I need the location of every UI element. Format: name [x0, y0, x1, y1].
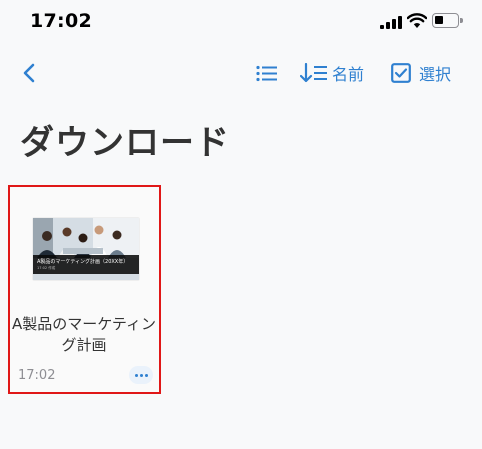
- list-icon[interactable]: [256, 65, 278, 82]
- file-card[interactable]: A製品のマーケティング計画（20XX年） 17:02 作成 A製品のマーケティン…: [8, 185, 161, 394]
- battery-icon: [432, 13, 463, 28]
- status-time: 17:02: [30, 10, 92, 32]
- status-bar: 17:02: [0, 0, 482, 46]
- thumbnail-caption: A製品のマーケティング計画（20XX年）: [37, 259, 129, 265]
- select-label: 選択: [419, 65, 452, 84]
- checkbox-icon: [391, 63, 411, 83]
- file-name[interactable]: A製品のマーケティング計画: [10, 314, 158, 356]
- cellular-signal-icon: [380, 16, 402, 29]
- sort-label: 名前: [332, 65, 365, 84]
- select-button[interactable]: 選択: [391, 60, 451, 86]
- file-time: 17:02: [18, 368, 56, 383]
- page-title: ダウンロード: [20, 123, 230, 163]
- ellipsis-icon: [134, 373, 148, 377]
- nav-bar: 名前 選択: [0, 50, 482, 96]
- file-thumbnail[interactable]: A製品のマーケティング計画（20XX年） 17:02 作成: [33, 218, 139, 280]
- downloads-screen: 17:02 名前 選択 ダウンロード A製品のマーケティング計画（20XX年） …: [0, 0, 482, 449]
- wifi-icon: [407, 13, 427, 28]
- sort-button[interactable]: 名前: [300, 60, 364, 86]
- thumbnail-subcaption: 17:02 作成: [37, 266, 56, 270]
- chevron-left-icon[interactable]: [22, 63, 36, 83]
- sort-arrow-icon: [300, 63, 327, 83]
- more-options-button[interactable]: [129, 366, 153, 384]
